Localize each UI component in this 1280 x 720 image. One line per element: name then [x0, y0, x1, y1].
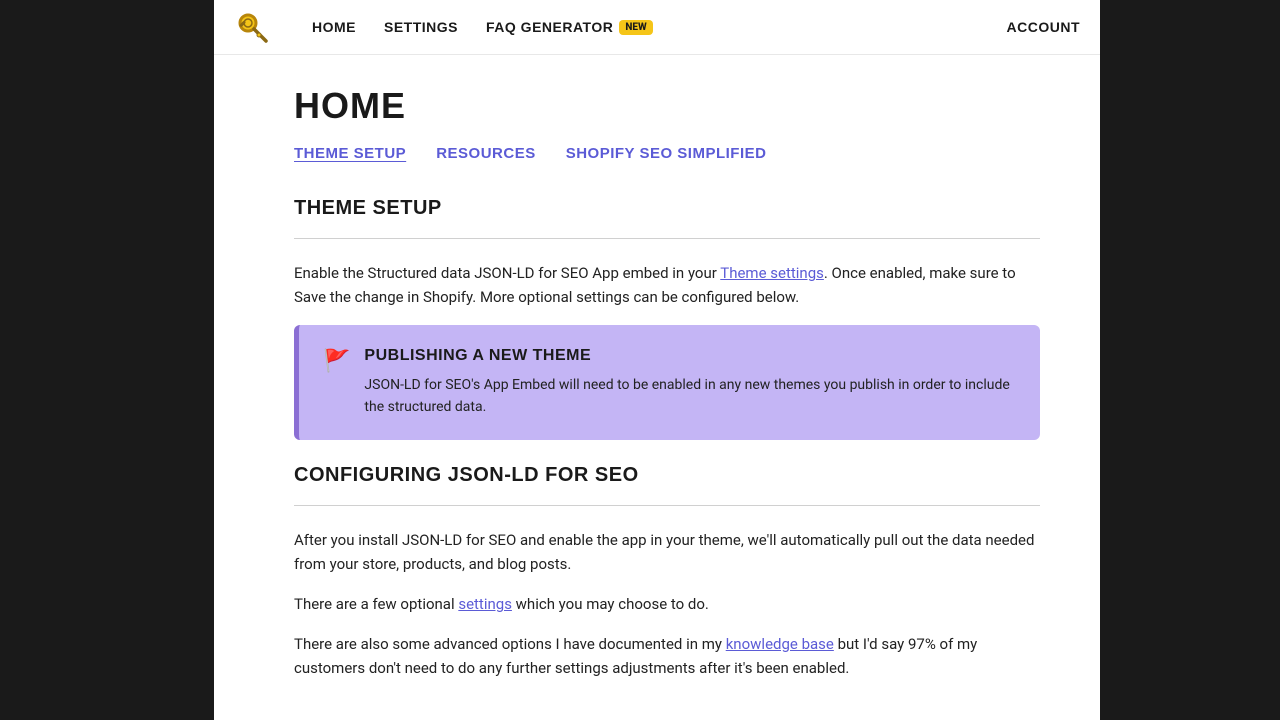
- theme-setup-intro: Enable the Structured data JSON-LD for S…: [294, 261, 1040, 309]
- configuring-title: CONFIGURING JSON-LD FOR SEO: [294, 464, 1040, 487]
- para2-before: There are a few optional: [294, 595, 458, 613]
- settings-link[interactable]: settings: [458, 595, 512, 613]
- flag-icon: 🚩: [323, 349, 350, 374]
- nav-account[interactable]: ACCOUNT: [1007, 19, 1081, 35]
- tab-shopify-seo[interactable]: SHOPIFY SEO SIMPLIFIED: [566, 145, 767, 162]
- configuring-para3: There are also some advanced options I h…: [294, 632, 1040, 680]
- new-badge: NEW: [619, 20, 652, 35]
- configuring-section: CONFIGURING JSON-LD FOR SEO After you in…: [294, 464, 1040, 680]
- para3-before: There are also some advanced options I h…: [294, 635, 726, 653]
- nav-faq-generator[interactable]: FAQ GENERATOR: [486, 19, 613, 35]
- tab-theme-setup[interactable]: THEME SETUP: [294, 145, 406, 162]
- theme-setup-divider: [294, 238, 1040, 239]
- top-nav: HOME SETTINGS FAQ GENERATOR NEW ACCOUNT: [214, 0, 1100, 55]
- knowledge-base-link[interactable]: knowledge base: [726, 635, 834, 653]
- intro-text-before: Enable the Structured data JSON-LD for S…: [294, 264, 720, 282]
- theme-settings-link[interactable]: Theme settings: [720, 264, 824, 282]
- right-sidebar: [1100, 0, 1280, 720]
- configuring-para2: There are a few optional settings which …: [294, 592, 1040, 616]
- info-box-content: PUBLISHING A NEW THEME JSON-LD for SEO's…: [364, 347, 1016, 418]
- info-box-title: PUBLISHING A NEW THEME: [364, 347, 1016, 365]
- configuring-para1: After you install JSON-LD for SEO and en…: [294, 528, 1040, 576]
- nav-links: HOME SETTINGS FAQ GENERATOR NEW: [312, 19, 977, 35]
- configuring-divider: [294, 505, 1040, 506]
- theme-setup-title: THEME SETUP: [294, 197, 1040, 220]
- nav-home[interactable]: HOME: [312, 19, 356, 35]
- theme-setup-section: THEME SETUP Enable the Structured data J…: [294, 197, 1040, 440]
- tab-resources[interactable]: RESOURCES: [436, 145, 536, 162]
- sub-tabs: THEME SETUP RESOURCES SHOPIFY SEO SIMPLI…: [294, 145, 1040, 162]
- main-container: HOME SETTINGS FAQ GENERATOR NEW ACCOUNT …: [214, 0, 1100, 720]
- left-sidebar: [0, 0, 214, 720]
- info-box-text: JSON-LD for SEO's App Embed will need to…: [364, 375, 1016, 418]
- nav-faq-wrapper: FAQ GENERATOR NEW: [486, 19, 653, 35]
- publishing-info-box: 🚩 PUBLISHING A NEW THEME JSON-LD for SEO…: [294, 325, 1040, 440]
- para2-after: which you may choose to do.: [512, 595, 709, 613]
- page-title: HOME: [294, 85, 1040, 127]
- nav-settings[interactable]: SETTINGS: [384, 19, 458, 35]
- content-area: HOME THEME SETUP RESOURCES SHOPIFY SEO S…: [214, 55, 1100, 720]
- logo[interactable]: [234, 8, 272, 46]
